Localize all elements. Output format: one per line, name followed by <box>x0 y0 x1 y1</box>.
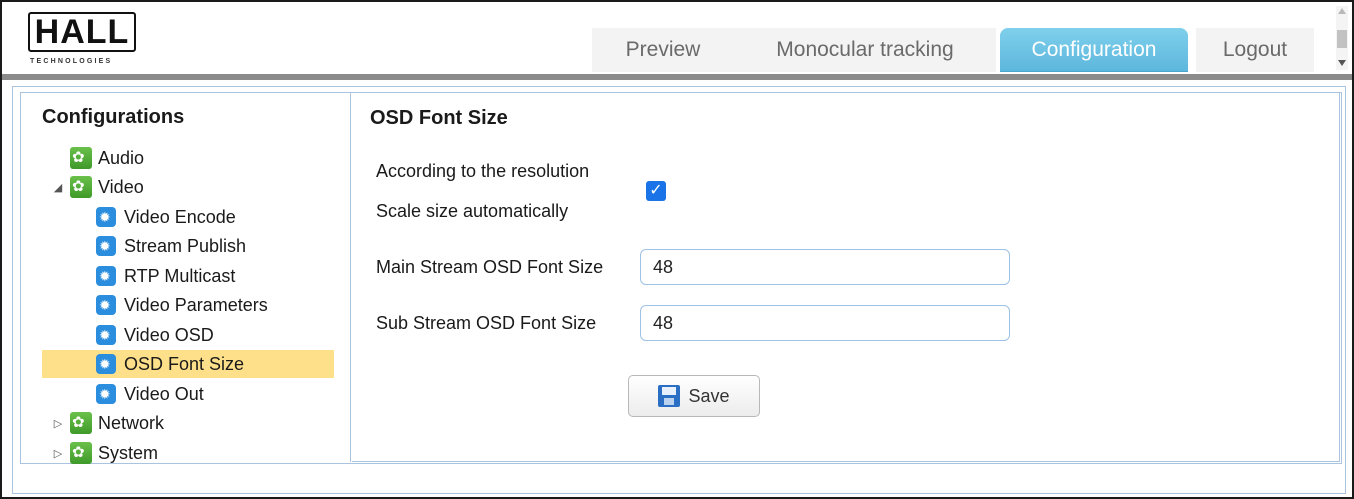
tree-item-system[interactable]: ▷ System <box>52 439 158 467</box>
logo-subtext: TECHNOLOGIES <box>30 58 113 65</box>
tree-item-label: Video Parameters <box>124 294 268 315</box>
scroll-thumb[interactable] <box>1337 30 1347 48</box>
sub-stream-font-size-label: Sub Stream OSD Font Size <box>376 313 597 333</box>
tab-monocular-tracking[interactable]: Monocular tracking <box>734 28 996 72</box>
tree-item-video-encode[interactable]: Video Encode <box>96 203 236 231</box>
tree-item-video[interactable]: ◢ Video <box>52 173 144 201</box>
auto-scale-label-1: According to the resolution <box>376 161 590 181</box>
gear-green-icon <box>70 442 92 464</box>
gear-blue-icon <box>96 384 116 404</box>
expanded-arrow-icon[interactable]: ◢ <box>52 181 64 194</box>
gear-blue-icon <box>96 354 116 374</box>
tree-item-osd-font-size[interactable]: OSD Font Size <box>42 350 334 378</box>
scrollbar[interactable] <box>1336 6 1348 70</box>
tree-item-network[interactable]: ▷ Network <box>52 409 164 437</box>
main-nav: Preview Monocular tracking Configuration… <box>592 28 1314 72</box>
osd-font-size-panel: OSD Font Size According to the resolutio… <box>352 92 1340 462</box>
gear-blue-icon <box>96 207 116 227</box>
tree-item-label: Network <box>98 412 165 433</box>
gear-blue-icon <box>96 295 116 315</box>
header: HALL TECHNOLOGIES Preview Monocular trac… <box>2 2 1352 74</box>
sub-stream-font-size-input[interactable]: 48 <box>640 305 1010 341</box>
floppy-disk-icon <box>658 385 681 407</box>
sidebar-divider <box>350 92 351 462</box>
tree-item-video-osd[interactable]: Video OSD <box>96 321 214 349</box>
tree-item-rtp-multicast[interactable]: RTP Multicast <box>96 262 235 290</box>
hall-logo: HALL TECHNOLOGIES <box>28 12 136 74</box>
main-stream-font-size-label: Main Stream OSD Font Size <box>376 257 604 277</box>
tree-item-label: Stream Publish <box>124 235 247 256</box>
tab-preview[interactable]: Preview <box>592 28 734 72</box>
auto-scale-label-2: Scale size automatically <box>376 201 569 221</box>
config-sidebar: Configurations Audio ◢ Video Video Encod… <box>20 92 350 464</box>
tree-item-label: System <box>98 442 159 463</box>
tree-item-audio[interactable]: Audio <box>70 144 144 172</box>
tree-item-stream-publish[interactable]: Stream Publish <box>96 232 246 260</box>
auto-scale-checkbox[interactable]: ✓ <box>646 181 666 201</box>
tree-item-label: Video OSD <box>124 324 214 345</box>
collapsed-arrow-icon[interactable]: ▷ <box>52 417 64 430</box>
gear-blue-icon <box>96 236 116 256</box>
tree-item-video-out[interactable]: Video Out <box>96 380 204 408</box>
tree-item-label: Video Encode <box>124 206 236 227</box>
app-window: HALL TECHNOLOGIES Preview Monocular trac… <box>0 0 1354 499</box>
tree-item-label: Audio <box>98 147 145 168</box>
gear-blue-icon <box>96 325 116 345</box>
tree-item-label: OSD Font Size <box>124 353 245 374</box>
scroll-up-icon[interactable] <box>1338 8 1346 14</box>
gear-blue-icon <box>96 266 116 286</box>
gear-green-icon <box>70 176 92 198</box>
main-stream-font-size-input[interactable]: 48 <box>640 249 1010 285</box>
sidebar-title: Configurations <box>42 106 185 128</box>
scroll-down-icon[interactable] <box>1338 60 1346 66</box>
logo-text: HALL <box>34 13 130 51</box>
panel-title: OSD Font Size <box>370 107 508 129</box>
tree-item-label: RTP Multicast <box>124 265 236 286</box>
save-button[interactable]: Save <box>628 375 760 417</box>
tab-logout[interactable]: Logout <box>1196 28 1314 72</box>
tab-configuration[interactable]: Configuration <box>1000 28 1188 72</box>
save-button-label: Save <box>688 385 730 406</box>
header-divider <box>2 74 1352 80</box>
gear-green-icon <box>70 412 92 434</box>
tree-item-label: Video <box>98 176 144 197</box>
gear-green-icon <box>70 147 92 169</box>
collapsed-arrow-icon[interactable]: ▷ <box>52 447 64 460</box>
tree-item-label: Video Out <box>124 383 204 404</box>
tree-item-video-parameters[interactable]: Video Parameters <box>96 291 268 319</box>
